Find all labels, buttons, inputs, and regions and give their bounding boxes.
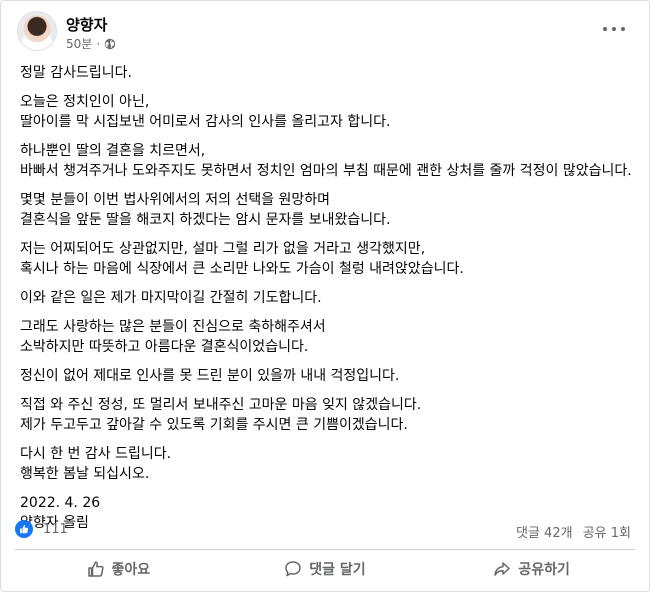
like-reaction-icon[interactable] (15, 520, 33, 538)
post-paragraph: 다시 한 번 감사 드립니다. 행복한 봄날 되십시오. (20, 446, 172, 482)
share-button[interactable]: 공유하기 (428, 553, 635, 585)
more-options-icon[interactable] (603, 21, 625, 37)
like-count[interactable]: 111 (43, 522, 68, 537)
like-button-label: 좋아요 (111, 562, 151, 578)
meta-separator: · (96, 36, 101, 51)
post-paragraph: 정신이 없어 제대로 인사를 못 드린 분이 있을까 내내 걱정입니다. (20, 368, 400, 384)
post-paragraph: 오늘은 정치인이 아닌, 딸아이를 막 시집보낸 어미로서 감사의 인사를 올리… (20, 94, 391, 130)
like-button[interactable]: 좋아요 (15, 553, 222, 585)
share-count[interactable]: 공유 1회 (583, 526, 631, 541)
divider (15, 549, 635, 550)
post-header: 양향자 50분 · (17, 11, 639, 55)
post-meta: 50분 · (66, 35, 116, 52)
more-dot (621, 27, 625, 31)
more-dot (612, 27, 616, 31)
post-card: 양향자 50분 · 정말 감사드립니다. 오늘은 정치인이 아닌, 딸아이를 막… (0, 0, 650, 592)
comment-icon (285, 561, 302, 577)
more-dot (603, 27, 607, 31)
reaction-stats: 111 댓글 42개 공유 1회 (15, 519, 635, 541)
post-paragraph: 저는 어찌되어도 상관없지만, 설마 그럴 리가 없을 거라고 생각했지만, 혹… (20, 241, 464, 277)
author-name[interactable]: 양향자 (66, 14, 107, 35)
post-body: 정말 감사드립니다. 오늘은 정치인이 아닌, 딸아이를 막 시집보낸 어미로서… (20, 63, 635, 542)
comment-button[interactable]: 댓글 달기 (222, 553, 429, 585)
share-button-label: 공유하기 (518, 562, 570, 578)
share-icon (494, 562, 511, 576)
engagement-counts: 댓글 42개 공유 1회 (510, 522, 631, 541)
globe-icon[interactable] (104, 38, 116, 50)
comment-button-label: 댓글 달기 (309, 562, 366, 578)
post-paragraph: 그래도 사랑하는 많은 분들이 진심으로 축하해주셔서 소박하지만 따뜻하고 아… (20, 319, 326, 355)
post-actions: 좋아요 댓글 달기 공유하기 (15, 553, 635, 585)
post-timestamp[interactable]: 50분 (66, 35, 92, 52)
avatar[interactable] (17, 11, 57, 51)
post-paragraph: 정말 감사드립니다. (20, 65, 132, 81)
post-paragraph: 이와 같은 일은 제가 마지막이길 간절히 기도합니다. (20, 290, 322, 306)
post-paragraph: 하나뿐인 딸의 결혼을 치르면서, 바빠서 챙겨주거나 도와주지도 못하면서 정… (20, 143, 632, 179)
comment-count[interactable]: 댓글 42개 (516, 526, 573, 541)
post-paragraph: 직접 와 주신 정성, 또 멀리서 보내주신 고마운 마음 잊지 않겠습니다. … (20, 397, 422, 433)
thumbs-up-icon (87, 561, 104, 577)
post-paragraph: 몇몇 분들이 이번 법사위에서의 저의 선택을 원망하며 결혼식을 앞둔 딸을 … (20, 192, 391, 228)
